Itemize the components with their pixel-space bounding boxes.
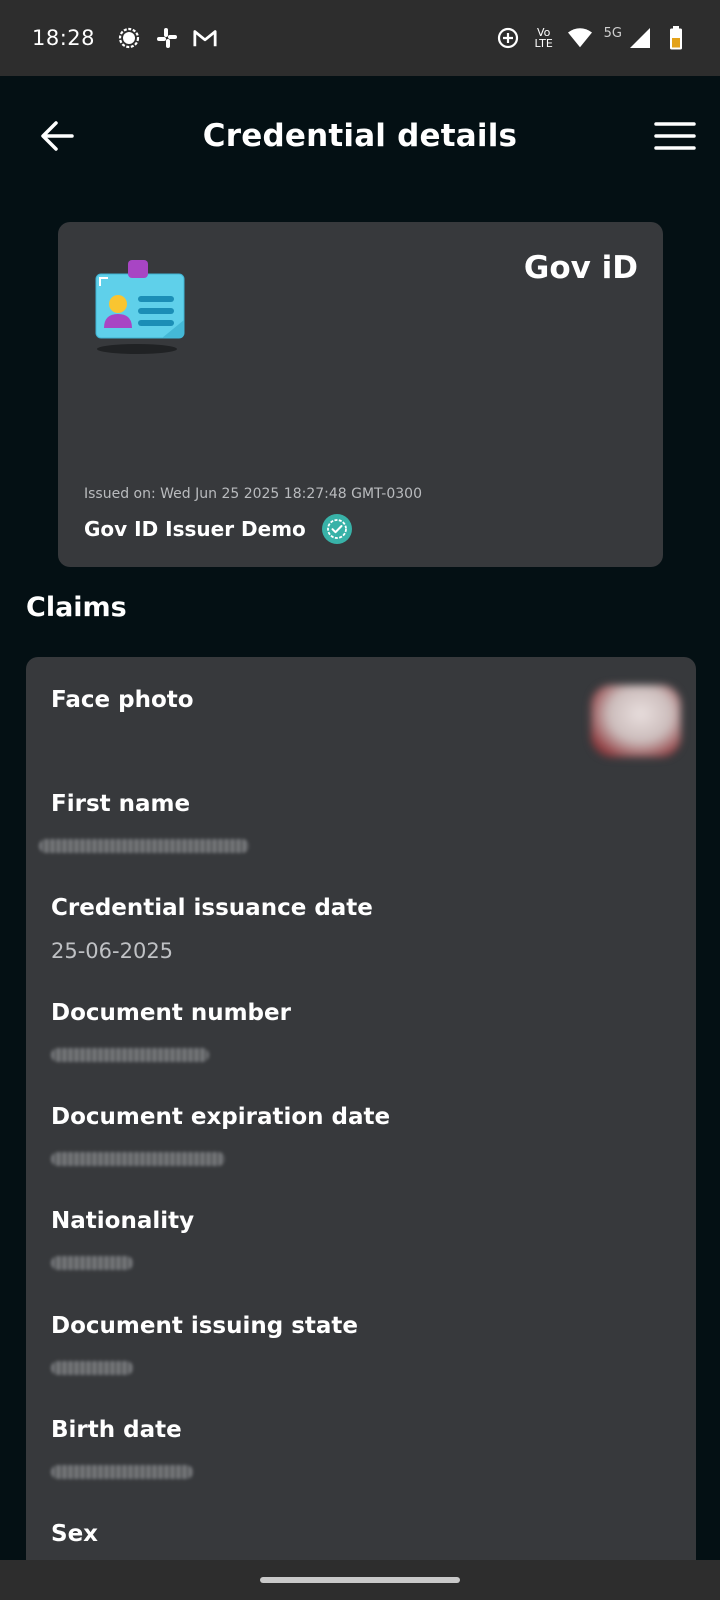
credential-name: Gov iD	[523, 250, 638, 286]
claim-label: Face photo	[51, 687, 194, 713]
issued-on-text: Issued on: Wed Jun 25 2025 18:27:48 GMT-…	[84, 486, 422, 502]
page-title: Credential details	[202, 118, 518, 154]
claim-label: Sex	[51, 1521, 98, 1547]
issuer-row: Gov ID Issuer Demo	[84, 514, 352, 544]
verified-badge-icon	[321, 514, 352, 544]
hamburger-menu-icon	[654, 122, 696, 150]
battery-icon	[664, 26, 688, 50]
signal-app-icon	[117, 26, 141, 50]
system-icons: Vo LTE 5G	[496, 26, 688, 50]
claim-expiration-date: Document expiration date	[51, 1104, 671, 1166]
claim-sex: Sex	[51, 1521, 671, 1547]
issuer-name: Gov ID Issuer Demo	[84, 517, 306, 541]
notification-icons	[117, 26, 217, 50]
menu-button[interactable]	[654, 120, 696, 152]
claim-face-photo: Face photo	[51, 687, 671, 713]
claim-label: Nationality	[51, 1208, 195, 1234]
redacted-value	[51, 1152, 225, 1166]
back-button[interactable]	[38, 116, 78, 156]
claim-label: Document issuing state	[51, 1313, 359, 1339]
claim-first-name: First name	[39, 791, 671, 853]
app-bar: Credential details	[0, 76, 720, 196]
cellular-signal-icon	[628, 26, 652, 50]
status-bar: 18:28 Vo LTE 5G	[0, 0, 720, 76]
arrow-left-icon	[41, 121, 74, 151]
claim-issuing-state: Document issuing state	[51, 1313, 671, 1375]
claim-nationality: Nationality	[51, 1208, 671, 1270]
claim-label: Credential issuance date	[51, 895, 373, 921]
wifi-icon	[567, 26, 592, 50]
claim-birth-date: Birth date	[51, 1417, 671, 1479]
id-card-icon	[92, 256, 188, 356]
claims-heading: Claims	[26, 592, 127, 623]
claim-value: 25-06-2025	[51, 939, 174, 963]
home-gesture-handle[interactable]	[260, 1577, 460, 1583]
data-saver-icon	[496, 26, 520, 50]
volte-icon: Vo LTE	[534, 26, 553, 50]
credential-card[interactable]: Gov iD Issued on: Wed Jun 25 2025 18:27:…	[58, 222, 663, 567]
redacted-value	[51, 1256, 133, 1270]
claim-label: Document number	[51, 1000, 291, 1026]
redacted-value	[51, 1048, 209, 1062]
redacted-value	[39, 839, 249, 853]
claim-issuance-date: Credential issuance date 25-06-2025	[51, 895, 671, 963]
redacted-value	[51, 1361, 133, 1375]
claim-label: Document expiration date	[51, 1104, 391, 1130]
claims-list: Face photo First name Credential issuanc…	[26, 657, 696, 1562]
gmail-icon	[193, 26, 217, 50]
network-type-label: 5G	[603, 25, 622, 41]
claim-label: Birth date	[51, 1417, 182, 1443]
claim-label: First name	[51, 791, 191, 817]
navigation-bar	[0, 1560, 720, 1600]
claim-document-number: Document number	[51, 1000, 671, 1062]
slack-icon	[155, 26, 179, 50]
redacted-value	[51, 1465, 193, 1479]
status-time: 18:28	[32, 26, 96, 50]
